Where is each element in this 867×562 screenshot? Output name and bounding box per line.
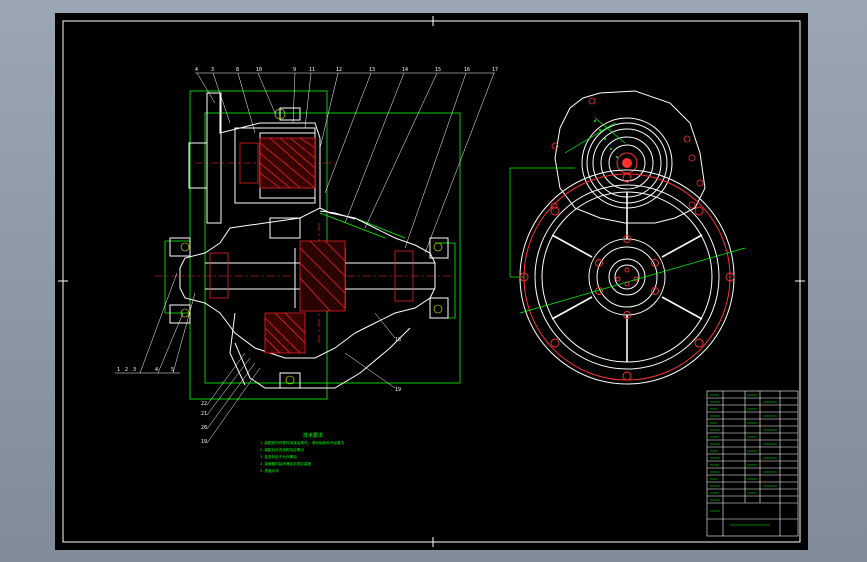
note-line: 1.装配前所有零件用煤油清洗, 滚动轴承用汽油清洗 — [260, 440, 345, 445]
balloon-label: 22 — [201, 401, 207, 407]
section-view: 4 3 8 10 9 11 12 13 14 15 16 17 1 2 3 4 … — [115, 67, 498, 445]
right-balloons: 18 19 — [395, 337, 401, 393]
note-line: 4.减速器内装润滑油至规定高度 — [260, 461, 311, 466]
bottom-left-balloons: 22 21 20 19 — [201, 401, 207, 445]
balloon-label: 19 — [395, 387, 401, 393]
balloon-label: 15 — [435, 67, 441, 73]
wheel-spokes — [551, 192, 703, 362]
balloon-label: 19 — [201, 439, 207, 445]
balloon-label: 5 — [171, 367, 174, 373]
bottom-left-leaders — [206, 352, 261, 444]
balloon-label: 14 — [402, 67, 408, 73]
end-view — [509, 90, 746, 385]
left-balloons: 1 2 3 4 5 — [117, 367, 174, 373]
drawing-canvas: 4 3 8 10 9 11 12 13 14 15 16 17 1 2 3 4 … — [58, 16, 805, 547]
balloon-label: 13 — [369, 67, 375, 73]
note-line: 3.各密封处不允许漏油 — [260, 454, 297, 459]
title-block — [706, 390, 799, 537]
balloon-label: 11 — [309, 67, 315, 73]
parts-list-rows — [707, 397, 798, 497]
balloon-label: 8 — [236, 67, 239, 73]
parts-list-text-marks — [710, 394, 777, 526]
end-view-dim-markers — [594, 120, 618, 158]
balloon-label: 20 — [201, 425, 207, 431]
balloon-label: 10 — [256, 67, 262, 73]
top-balloons: 4 3 8 10 9 11 12 13 14 15 16 17 — [195, 67, 498, 73]
technical-notes: 技术要求 1.装配前所有零件用煤油清洗, 滚动轴承用汽油清洗 2.装配后检查齿轮… — [260, 432, 345, 473]
balloon-label: 3 — [133, 367, 136, 373]
balloon-label: 4 — [195, 67, 198, 73]
balloon-label: 2 — [125, 367, 128, 373]
drawing-sheet: 4 3 8 10 9 11 12 13 14 15 16 17 1 2 3 4 … — [55, 13, 808, 550]
drawing-border — [62, 20, 801, 543]
housing-outline — [169, 92, 449, 389]
section-hatching — [209, 137, 414, 354]
zone-ticks — [58, 16, 805, 547]
balloon-label: 17 — [492, 67, 498, 73]
balloon-label: 9 — [293, 67, 296, 73]
notes-title: 技术要求 — [303, 432, 323, 439]
balloon-label: 12 — [336, 67, 342, 73]
note-line: 2.装配后检查齿轮啮合情况 — [260, 447, 304, 452]
cad-viewport[interactable]: 4 3 8 10 9 11 12 13 14 15 16 17 1 2 3 4 … — [0, 0, 867, 562]
balloon-label: 21 — [201, 411, 207, 417]
balloon-label: 1 — [117, 367, 120, 373]
balloon-label: 16 — [464, 67, 470, 73]
balloon-label: 18 — [395, 337, 401, 343]
balloon-label: 4 — [155, 367, 158, 373]
note-line: 5.表面涂漆 — [260, 468, 279, 473]
balloon-label: 3 — [211, 67, 214, 73]
